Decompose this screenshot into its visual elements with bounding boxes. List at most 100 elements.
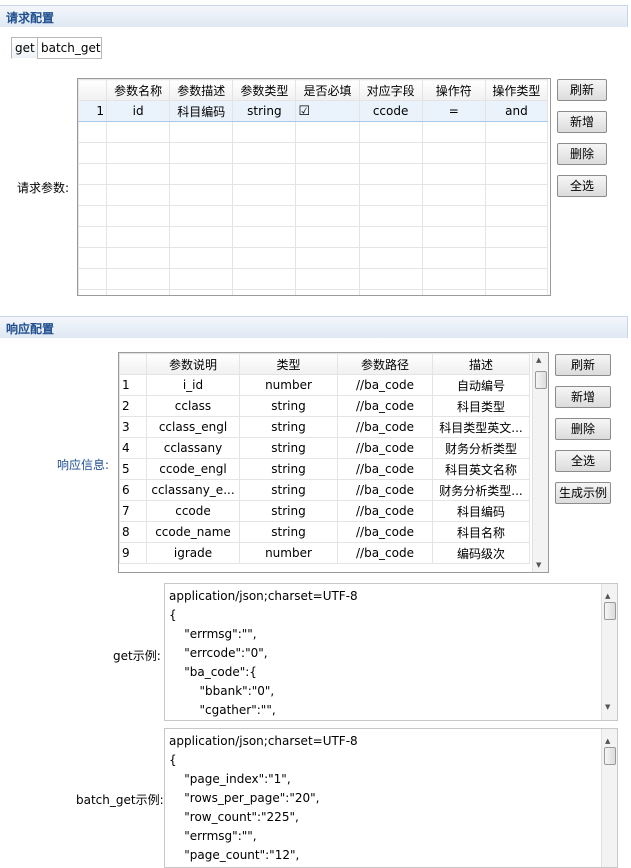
table-cell: 3: [119, 416, 147, 438]
table-cell: string: [239, 521, 338, 543]
table-cell: 7: [119, 500, 147, 522]
table-cell: [106, 121, 171, 143]
table-cell: string: [239, 500, 338, 522]
table-cell: //ba_code: [337, 521, 433, 543]
table-cell: string: [239, 479, 338, 501]
table-cell: [106, 163, 171, 185]
table-row[interactable]: 5 ccode_engl string//ba_code 科目英文名称: [119, 458, 530, 480]
table-row[interactable]: 7 ccode string//ba_code 科目编码: [119, 500, 530, 522]
batch-get-example-text: application/json;charset=UTF-8 { "page_i…: [169, 734, 358, 862]
table-row[interactable]: 6 cclassany_e... string//ba_code 财务分析类型...: [119, 479, 530, 501]
table-cell: id: [106, 100, 171, 122]
column-header[interactable]: 参数描述: [169, 79, 234, 101]
column-header[interactable]: 操作符: [421, 79, 486, 101]
table-cell: //ba_code: [337, 416, 433, 438]
table-cell: [78, 289, 108, 295]
table-cell: string: [239, 416, 338, 438]
table-cell: [421, 163, 486, 185]
column-header[interactable]: 参数说明: [146, 353, 240, 375]
table-cell: [421, 289, 486, 295]
table-cell: cclass_engl: [146, 416, 240, 438]
table-cell: [421, 121, 486, 143]
table-cell: [421, 184, 486, 206]
table-cell: [169, 289, 234, 295]
table-cell: //ba_code: [337, 458, 433, 480]
column-header[interactable]: 类型: [239, 353, 338, 375]
table-cell: 1: [119, 374, 147, 396]
table-cell: [295, 247, 360, 269]
table-cell: string: [239, 395, 338, 417]
request-button-0[interactable]: 刷新: [557, 79, 607, 101]
table-cell: 财务分析类型: [432, 437, 530, 459]
checkbox-required[interactable]: ☑: [298, 104, 310, 119]
table-cell: [106, 289, 171, 295]
table-row[interactable]: [78, 247, 549, 269]
response-button-2[interactable]: 删除: [555, 418, 611, 440]
table-row[interactable]: [78, 289, 549, 295]
column-header[interactable]: 参数路径: [337, 353, 433, 375]
column-header[interactable]: 对应字段: [358, 79, 423, 101]
column-header[interactable]: 操作类型: [484, 79, 549, 101]
column-header[interactable]: [119, 353, 147, 375]
table-cell: 科目编码: [432, 500, 530, 522]
column-header[interactable]: [78, 79, 108, 101]
table-cell: [169, 184, 234, 206]
table-cell: cclassany: [146, 437, 240, 459]
table-cell: string: [239, 458, 338, 480]
column-header[interactable]: 是否必填: [295, 79, 360, 101]
table-row[interactable]: 9 igrade number//ba_code 编码级次: [119, 542, 530, 564]
table-row[interactable]: [78, 184, 549, 206]
table-cell: [232, 268, 297, 290]
response-button-4[interactable]: 生成示例: [555, 482, 611, 504]
table-cell: [106, 226, 171, 248]
table-cell: //ba_code: [337, 395, 433, 417]
table-cell: [78, 121, 108, 143]
table-row[interactable]: 1 i_id number//ba_code 自动编号: [119, 374, 530, 396]
table-row[interactable]: 1 id 科目编码 string ☑ ccode = and: [78, 100, 549, 122]
table-cell: [295, 163, 360, 185]
tab-get[interactable]: get: [11, 37, 38, 59]
table-cell: 自动编号: [432, 374, 530, 396]
get-example-label: get示例:: [113, 649, 161, 663]
request-button-1[interactable]: 新增: [557, 111, 607, 133]
get-example-text: application/json;charset=UTF-8 { "errmsg…: [169, 589, 358, 717]
column-header[interactable]: 参数类型: [232, 79, 297, 101]
table-row[interactable]: 3 cclass_engl string//ba_code 科目类型英文...: [119, 416, 530, 438]
table-cell: [484, 142, 549, 164]
get-example-scrollbar[interactable]: ▲ ▼: [601, 584, 617, 720]
tab-batch-get[interactable]: batch_get: [37, 37, 102, 59]
response-button-0[interactable]: 刷新: [555, 354, 611, 376]
response-button-1[interactable]: 新增: [555, 386, 611, 408]
get-example-textarea[interactable]: application/json;charset=UTF-8 { "errmsg…: [164, 583, 618, 721]
table-cell: //ba_code: [337, 542, 433, 564]
table-cell: [295, 289, 360, 295]
response-button-3[interactable]: 全选: [555, 450, 611, 472]
table-cell: [421, 142, 486, 164]
table-cell: [358, 268, 423, 290]
table-cell: 8: [119, 521, 147, 543]
table-row[interactable]: [78, 121, 549, 143]
table-cell: string: [239, 437, 338, 459]
table-row[interactable]: [78, 268, 549, 290]
table-cell: [421, 205, 486, 227]
table-row[interactable]: [78, 163, 549, 185]
table-cell: [169, 142, 234, 164]
column-header[interactable]: 参数名称: [106, 79, 171, 101]
table-cell: 4: [119, 437, 147, 459]
table-row[interactable]: [78, 142, 549, 164]
table-row[interactable]: [78, 205, 549, 227]
response-grid-scrollbar[interactable]: ▲ ▼: [532, 353, 548, 572]
table-cell: //ba_code: [337, 479, 433, 501]
table-cell: [232, 226, 297, 248]
table-row[interactable]: [78, 226, 549, 248]
table-row[interactable]: 8 ccode_name string//ba_code 科目名称: [119, 521, 530, 543]
table-cell: 2: [119, 395, 147, 417]
batch-get-example-textarea[interactable]: application/json;charset=UTF-8 { "page_i…: [164, 728, 618, 868]
table-row[interactable]: 4 cclassany string//ba_code 财务分析类型: [119, 437, 530, 459]
table-row[interactable]: 2 cclass string//ba_code 科目类型: [119, 395, 530, 417]
column-header[interactable]: 描述: [432, 353, 530, 375]
request-button-2[interactable]: 删除: [557, 143, 607, 165]
table-cell: [484, 121, 549, 143]
request-button-3[interactable]: 全选: [557, 175, 607, 197]
batch-get-example-scrollbar[interactable]: ▲: [601, 729, 617, 867]
